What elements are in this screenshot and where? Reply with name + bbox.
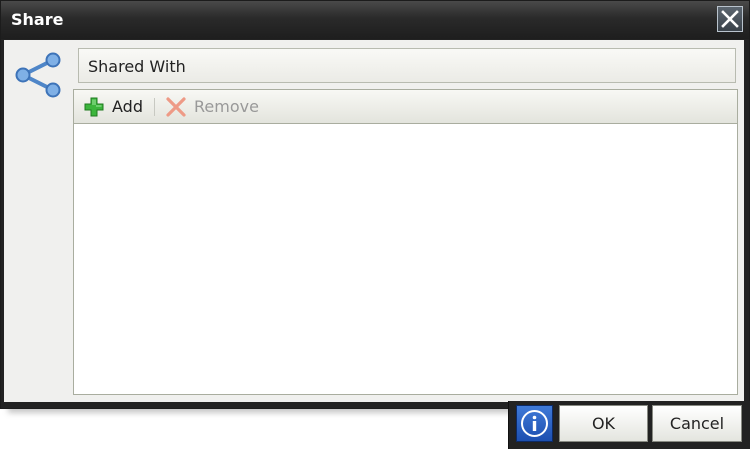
ok-button[interactable]: OK xyxy=(559,405,648,442)
remove-button[interactable]: Remove xyxy=(165,94,271,119)
x-icon xyxy=(166,97,186,117)
close-icon xyxy=(721,10,739,28)
share-icon xyxy=(15,52,61,98)
toolbar-separator xyxy=(154,98,155,116)
list-body[interactable] xyxy=(74,124,737,394)
info-icon xyxy=(521,410,548,437)
close-button[interactable] xyxy=(717,6,743,32)
dialog-title: Share xyxy=(11,10,64,29)
plus-icon xyxy=(84,97,104,117)
shared-with-header: Shared With xyxy=(78,48,736,83)
cancel-button[interactable]: Cancel xyxy=(652,405,742,442)
add-label: Add xyxy=(112,97,143,116)
info-button[interactable] xyxy=(516,405,553,442)
shared-with-list: Add Remove xyxy=(73,89,738,395)
list-toolbar: Add Remove xyxy=(74,90,737,124)
remove-label: Remove xyxy=(194,97,259,116)
dialog-titlebar[interactable]: Share xyxy=(1,1,749,39)
add-button[interactable]: Add xyxy=(83,94,147,119)
